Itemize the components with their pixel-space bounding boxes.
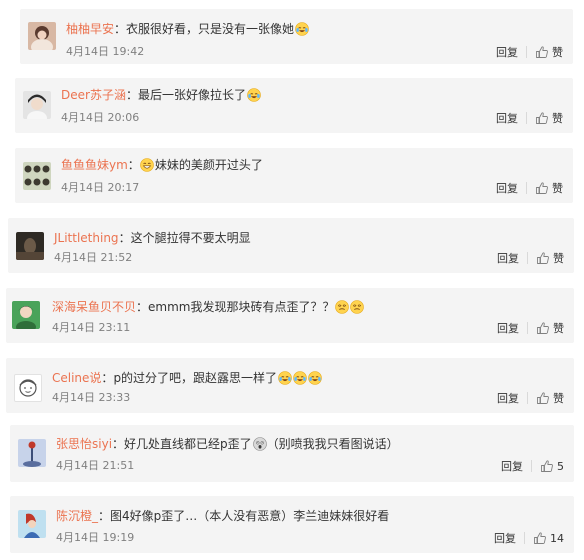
comment-time: 4月14日 23:11 bbox=[52, 321, 131, 334]
dizzy-emoji bbox=[350, 300, 365, 314]
comment-text: 图4好像p歪了…（本人没有恶意）李兰迪妹妹很好看 bbox=[110, 509, 390, 523]
avatar[interactable] bbox=[23, 91, 51, 119]
shock-emoji bbox=[252, 437, 267, 451]
thumbs-up-icon bbox=[537, 392, 549, 404]
comment-username[interactable]: Celine说 bbox=[52, 371, 101, 385]
comment-item: Celine说：p的过分了吧，跟赵露思一样了 4月14日 23:33 回复 赞 bbox=[6, 358, 574, 413]
laugh-cry-emoji bbox=[247, 88, 261, 102]
comment-username[interactable]: 柚柚早安 bbox=[66, 22, 114, 36]
comment-username[interactable]: Deer苏子涵 bbox=[61, 88, 126, 102]
comment-time: 4月14日 20:06 bbox=[61, 111, 140, 124]
thumbs-up-icon bbox=[537, 322, 549, 334]
grin-emoji bbox=[140, 158, 154, 172]
like-label: 赞 bbox=[552, 182, 563, 195]
comment-separator: ： bbox=[136, 300, 149, 314]
like-label: 赞 bbox=[553, 392, 564, 405]
comment-time: 4月14日 21:51 bbox=[56, 459, 135, 472]
comment-item: JLittlething：这个腿拉得不要太明显 4月14日 21:52 回复 赞 bbox=[8, 218, 574, 273]
like-label: 赞 bbox=[553, 322, 564, 335]
comment-text: p的过分了吧，跟赵露思一样了 bbox=[113, 371, 278, 385]
like-button[interactable]: 5 bbox=[540, 459, 564, 473]
comment-separator: ： bbox=[114, 22, 127, 36]
comment-username[interactable]: 陈沉橙_ bbox=[56, 509, 98, 523]
reply-button[interactable]: 回复 bbox=[501, 458, 523, 474]
comment-time: 4月14日 19:19 bbox=[56, 531, 135, 544]
comment-text: 衣服很好看，只是没有一张像她 bbox=[126, 22, 295, 36]
laugh-cry-emoji bbox=[308, 371, 322, 385]
reply-button[interactable]: 回复 bbox=[496, 44, 518, 60]
like-label: 赞 bbox=[552, 46, 563, 59]
divider bbox=[527, 392, 528, 404]
comment-separator: ： bbox=[127, 158, 140, 172]
avatar[interactable] bbox=[23, 162, 51, 190]
comment-username[interactable]: 张思怡siyi bbox=[56, 437, 112, 451]
comment-time: 4月14日 20:17 bbox=[61, 181, 140, 194]
divider bbox=[526, 46, 527, 58]
avatar[interactable] bbox=[18, 510, 46, 538]
like-count: 5 bbox=[557, 459, 564, 473]
divider bbox=[524, 532, 525, 544]
comment-item: 深海呆鱼贝不贝：emmm我发现那块砖有点歪了？？ 4月14日 23:11 回复 … bbox=[6, 288, 574, 343]
thumbs-up-icon bbox=[536, 46, 548, 58]
comment-time: 4月14日 19:42 bbox=[66, 45, 145, 58]
comment-separator: ： bbox=[112, 437, 125, 451]
comment-item: 鱼鱼鱼妹ym： 妹妹的美颜开过头了 4月14日 20:17 回复 赞 bbox=[15, 148, 573, 203]
comment-separator: ： bbox=[98, 509, 111, 523]
thumbs-up-icon bbox=[537, 252, 549, 264]
comment-username[interactable]: JLittlething bbox=[54, 231, 119, 245]
laugh-cry-emoji bbox=[293, 371, 307, 385]
like-label: 赞 bbox=[553, 252, 564, 265]
comment-text: 好几处直线都已经p歪了 bbox=[124, 437, 252, 451]
divider bbox=[527, 322, 528, 334]
avatar[interactable] bbox=[28, 22, 56, 50]
like-button[interactable]: 赞 bbox=[536, 250, 564, 266]
like-count: 14 bbox=[550, 531, 564, 545]
avatar[interactable] bbox=[16, 232, 44, 260]
reply-button[interactable]: 回复 bbox=[496, 180, 518, 196]
comment-text: 妹妹的美颜开过头了 bbox=[154, 158, 263, 172]
reply-button[interactable]: 回复 bbox=[497, 320, 519, 336]
comment-text-suffix: （别喷我我只看图说话） bbox=[266, 437, 399, 451]
thumbs-up-icon bbox=[536, 112, 548, 124]
reply-button[interactable]: 回复 bbox=[496, 110, 518, 126]
avatar[interactable] bbox=[14, 374, 42, 402]
divider bbox=[527, 252, 528, 264]
avatar[interactable] bbox=[12, 301, 40, 329]
comment-text: 这个腿拉得不要太明显 bbox=[130, 231, 251, 245]
dizzy-emoji bbox=[335, 300, 350, 314]
like-button[interactable]: 赞 bbox=[536, 390, 564, 406]
divider bbox=[531, 460, 532, 472]
thumbs-up-icon bbox=[536, 182, 548, 194]
avatar[interactable] bbox=[18, 439, 46, 467]
comment-separator: ： bbox=[101, 371, 114, 385]
like-button[interactable]: 赞 bbox=[535, 110, 563, 126]
comment-time: 4月14日 23:33 bbox=[52, 391, 131, 404]
like-button[interactable]: 赞 bbox=[535, 180, 563, 196]
comment-text: emmm我发现那块砖有点歪了？？ bbox=[148, 300, 335, 314]
like-button[interactable]: 赞 bbox=[535, 44, 563, 60]
comment-text: 最后一张好像拉长了 bbox=[137, 88, 246, 102]
comment-item: 柚柚早安：衣服很好看，只是没有一张像她 4月14日 19:42 回复 赞 bbox=[20, 9, 573, 64]
divider bbox=[526, 112, 527, 124]
reply-button[interactable]: 回复 bbox=[497, 250, 519, 266]
comment-username[interactable]: 深海呆鱼贝不贝 bbox=[52, 300, 136, 314]
like-button[interactable]: 14 bbox=[533, 531, 564, 545]
comment-time: 4月14日 21:52 bbox=[54, 251, 133, 264]
like-button[interactable]: 赞 bbox=[536, 320, 564, 336]
comment-item: 张思怡siyi：好几处直线都已经p歪了 （别喷我我只看图说话） 4月14日 21:… bbox=[10, 425, 574, 482]
reply-button[interactable]: 回复 bbox=[497, 390, 519, 406]
like-label: 赞 bbox=[552, 112, 563, 125]
comment-separator: ： bbox=[125, 88, 138, 102]
comment-item: 陈沉橙_：图4好像p歪了…（本人没有恶意）李兰迪妹妹很好看 4月14日 19:1… bbox=[10, 496, 574, 553]
thumbs-up-icon bbox=[534, 532, 546, 544]
comment-username[interactable]: 鱼鱼鱼妹ym bbox=[61, 158, 128, 172]
reply-button[interactable]: 回复 bbox=[494, 530, 516, 546]
laugh-cry-emoji bbox=[278, 371, 292, 385]
comment-separator: ： bbox=[118, 231, 131, 245]
comment-feed: 柚柚早安：衣服很好看，只是没有一张像她 4月14日 19:42 回复 赞 Dee… bbox=[0, 0, 584, 560]
divider bbox=[526, 182, 527, 194]
laugh-cry-emoji bbox=[295, 22, 309, 36]
comment-item: Deer苏子涵：最后一张好像拉长了 4月14日 20:06 回复 赞 bbox=[15, 78, 573, 133]
thumbs-up-icon bbox=[541, 460, 553, 472]
